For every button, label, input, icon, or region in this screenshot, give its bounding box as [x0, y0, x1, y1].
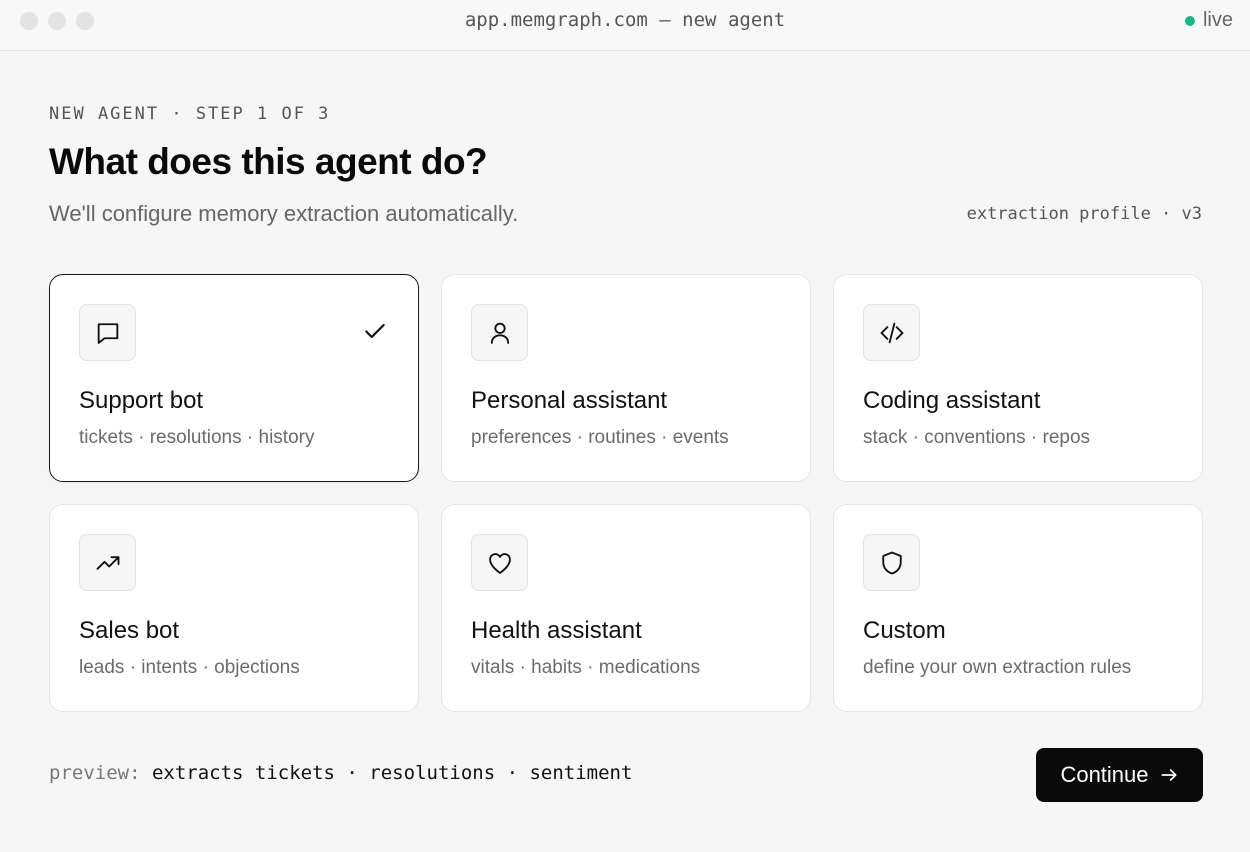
heart-icon: [488, 552, 511, 574]
preview-label: preview:: [49, 762, 141, 784]
step-indicator: NEW AGENT · STEP 1 OF 3: [49, 104, 331, 124]
card-description: define your own extraction rules: [863, 657, 1132, 678]
card-description: preferences · routines · events: [471, 427, 729, 448]
continue-label: Continue: [1060, 762, 1149, 787]
continue-button[interactable]: Continue: [1036, 748, 1203, 802]
preview-value: extracts tickets · resolutions · sentime…: [151, 762, 633, 784]
checkmark-icon: [365, 323, 385, 339]
arrow-right-icon: [1161, 769, 1177, 781]
shield-icon: [881, 551, 902, 574]
extraction-profile-version: extraction profile · v3: [966, 204, 1202, 224]
user-icon: [490, 322, 509, 344]
card-title: Coding assistant: [863, 387, 1041, 414]
card-description: vitals · habits · medications: [471, 657, 701, 678]
card-description: tickets · resolutions · history: [79, 427, 315, 448]
chat-bubble-icon: [97, 322, 118, 344]
live-status: live: [1184, 0, 1233, 41]
agent-type-grid: Support bot tickets · resolutions · hist…: [49, 274, 1203, 712]
window-url: app.memgraph.com — new agent: [464, 9, 786, 31]
extraction-preview: preview: extracts tickets · resolutions …: [49, 762, 632, 784]
card-title: Custom: [863, 617, 946, 644]
agent-card-sales-bot[interactable]: Sales bot leads · intents · objections: [49, 504, 419, 712]
card-title: Health assistant: [471, 617, 642, 644]
card-title: Sales bot: [79, 617, 180, 644]
card-title: Support bot: [79, 387, 204, 414]
trending-up-icon: [96, 555, 119, 570]
agent-card-personal-assistant[interactable]: Personal assistant preferences · routine…: [441, 274, 811, 482]
window-titlebar: app.memgraph.com — new agent live: [0, 0, 1250, 51]
card-description: stack · conventions · repos: [863, 427, 1091, 448]
page-subtitle: We'll configure memory extraction automa…: [49, 201, 519, 226]
page-title: What does this agent do?: [49, 141, 488, 182]
agent-card-health-assistant[interactable]: Health assistant vitals · habits · medic…: [441, 504, 811, 712]
agent-card-custom[interactable]: Custom define your own extraction rules: [833, 504, 1203, 712]
agent-card-coding-assistant[interactable]: Coding assistant stack · conventions · r…: [833, 274, 1203, 482]
agent-card-support-bot[interactable]: Support bot tickets · resolutions · hist…: [49, 274, 419, 482]
live-status-label: live: [1202, 9, 1233, 31]
card-description: leads · intents · objections: [79, 657, 300, 678]
status-dot-icon: [1184, 15, 1195, 26]
code-icon: [880, 322, 903, 343]
card-title: Personal assistant: [471, 387, 668, 414]
